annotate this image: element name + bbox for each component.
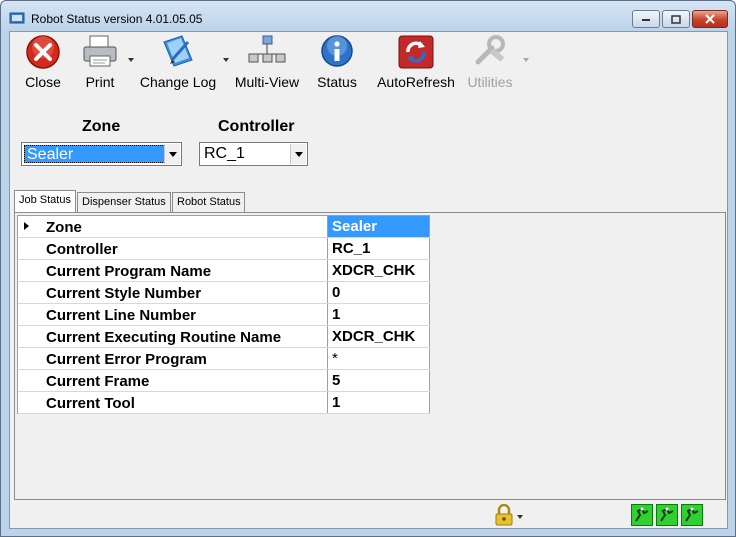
robot-status-indicator-1 — [631, 504, 653, 526]
row-header[interactable] — [18, 260, 40, 281]
row-label: Current Error Program — [46, 351, 207, 368]
current-row-arrow-icon — [24, 222, 29, 230]
tab-job-status[interactable]: Job Status — [14, 190, 76, 212]
row-value[interactable]: XDCR_CHK — [327, 326, 430, 347]
job-status-grid: Zone Sealer Controller RC_1 Current Prog… — [17, 215, 430, 414]
row-header[interactable] — [18, 392, 40, 413]
row-value[interactable]: * — [327, 348, 430, 369]
multi-view-button-label: Multi-View — [234, 74, 300, 90]
window-close-button[interactable] — [692, 10, 728, 28]
minimize-icon — [642, 19, 650, 21]
row-value[interactable]: XDCR_CHK — [327, 260, 430, 281]
zone-select-dropdown-button[interactable] — [164, 144, 180, 164]
app-icon — [9, 12, 25, 24]
change-log-button[interactable]: Change Log — [139, 34, 217, 94]
multi-view-button[interactable]: Multi-View — [234, 34, 300, 94]
close-button[interactable]: Close — [22, 34, 64, 94]
row-label: Current Frame — [46, 373, 150, 390]
zone-select[interactable]: Sealer — [21, 142, 182, 166]
row-value[interactable]: 1 — [327, 304, 430, 325]
utilities-button-label: Utilities — [467, 74, 513, 90]
utilities-dropdown-arrow — [523, 58, 529, 62]
print-button[interactable]: Print — [80, 34, 120, 94]
row-header[interactable] — [18, 216, 40, 237]
chevron-down-icon — [168, 151, 177, 157]
row-header[interactable] — [18, 370, 40, 391]
app-window: Robot Status version 4.01.05.05 Close Pr… — [0, 0, 736, 537]
change-log-dropdown-arrow[interactable] — [223, 58, 229, 62]
print-button-label: Print — [85, 74, 115, 90]
maximize-button[interactable] — [662, 10, 690, 28]
maximize-icon — [671, 14, 681, 24]
tab-robot-status[interactable]: Robot Status — [172, 192, 245, 212]
row-label: Controller — [46, 241, 118, 258]
grid-row-executing-routine[interactable]: Current Executing Routine Name XDCR_CHK — [18, 326, 430, 348]
grid-row-error-program[interactable]: Current Error Program * — [18, 348, 430, 370]
row-header[interactable] — [18, 326, 40, 347]
row-header[interactable] — [18, 282, 40, 303]
grid-row-frame[interactable]: Current Frame 5 — [18, 370, 430, 392]
row-label: Current Tool — [46, 395, 135, 412]
printer-icon — [83, 35, 117, 67]
minimize-button[interactable] — [632, 10, 660, 28]
row-label: Zone — [46, 219, 82, 236]
robot-status-icon — [685, 507, 699, 522]
change-log-icon — [163, 35, 193, 67]
grid-row-line-number[interactable]: Current Line Number 1 — [18, 304, 430, 326]
auto-refresh-button-label: AutoRefresh — [377, 74, 455, 90]
row-header[interactable] — [18, 304, 40, 325]
row-label: Current Program Name — [46, 263, 212, 280]
auto-refresh-button[interactable]: AutoRefresh — [374, 34, 458, 94]
row-label: Current Line Number — [46, 307, 197, 324]
row-header[interactable] — [18, 348, 40, 369]
network-icon — [248, 35, 286, 63]
padlock-icon[interactable] — [494, 504, 514, 526]
status-bar — [10, 500, 727, 528]
utilities-icon — [475, 35, 505, 65]
zone-select-value: Sealer — [24, 145, 165, 163]
status-button-label: Status — [317, 74, 357, 90]
auto-refresh-icon — [398, 35, 434, 69]
close-icon — [705, 14, 715, 24]
grid-row-controller[interactable]: Controller RC_1 — [18, 238, 430, 260]
client-area: Close Print Change Log Multi-View Status… — [9, 31, 728, 529]
toolbar: Close Print Change Log Multi-View Status… — [10, 32, 727, 98]
robot-status-icon — [635, 507, 649, 522]
row-value[interactable]: 5 — [327, 370, 430, 391]
grid-row-program-name[interactable]: Current Program Name XDCR_CHK — [18, 260, 430, 282]
zone-label: Zone — [82, 118, 121, 135]
grid-row-style-number[interactable]: Current Style Number 0 — [18, 282, 430, 304]
job-status-panel: Zone Sealer Controller RC_1 Current Prog… — [14, 212, 726, 500]
row-value[interactable]: RC_1 — [327, 238, 430, 259]
lock-dropdown-arrow[interactable] — [517, 515, 523, 519]
row-value[interactable]: 1 — [327, 392, 430, 413]
controller-select-dropdown-button[interactable] — [290, 144, 306, 164]
utilities-button[interactable]: Utilities — [466, 34, 514, 94]
controller-select[interactable]: RC_1 — [199, 142, 308, 166]
tab-dispenser-status[interactable]: Dispenser Status — [77, 192, 171, 212]
row-header[interactable] — [18, 238, 40, 259]
robot-status-indicator-3 — [681, 504, 703, 526]
robot-status-icon — [660, 507, 674, 522]
row-label: Current Executing Routine Name — [46, 329, 282, 346]
controller-select-value: RC_1 — [204, 145, 245, 162]
robot-status-indicator-2 — [656, 504, 678, 526]
print-dropdown-arrow[interactable] — [128, 58, 134, 62]
row-value[interactable]: 0 — [327, 282, 430, 303]
close-x-icon — [26, 35, 60, 69]
info-icon — [321, 35, 353, 67]
close-button-label: Close — [25, 74, 61, 90]
row-label: Current Style Number — [46, 285, 202, 302]
grid-row-tool[interactable]: Current Tool 1 — [18, 392, 430, 414]
chevron-down-icon — [294, 151, 303, 157]
grid-row-zone[interactable]: Zone Sealer — [18, 216, 430, 238]
row-value[interactable]: Sealer — [327, 216, 430, 237]
title-bar[interactable]: Robot Status version 4.01.05.05 — [1, 1, 735, 31]
window-title: Robot Status version 4.01.05.05 — [31, 12, 203, 26]
status-button[interactable]: Status — [316, 34, 358, 94]
controller-label: Controller — [218, 118, 295, 135]
change-log-button-label: Change Log — [139, 74, 217, 90]
